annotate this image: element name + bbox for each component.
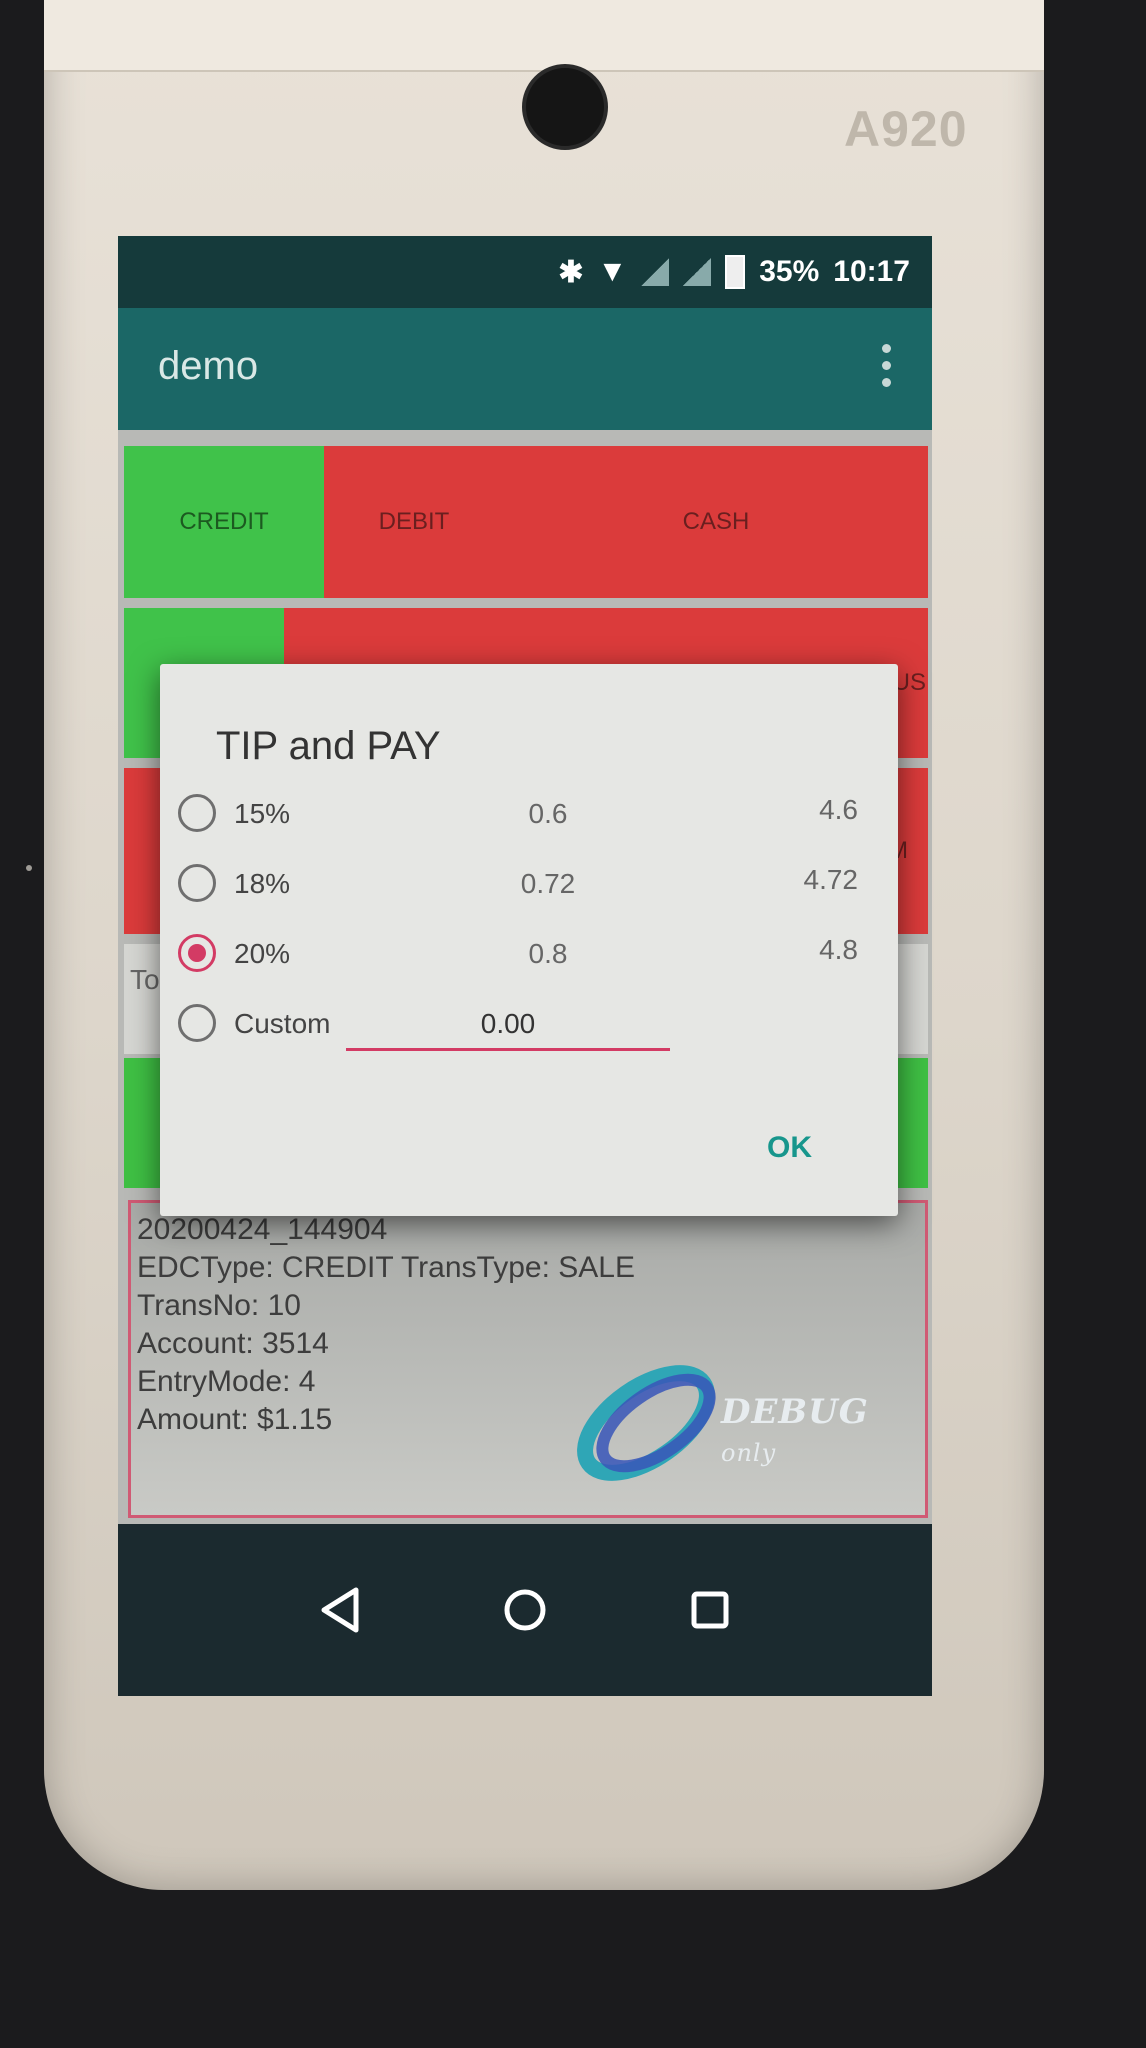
- log-line: EDCType: CREDIT TransType: SALE: [137, 1251, 635, 1284]
- option-label: 18%: [234, 868, 291, 899]
- log-line: 20200424_144904: [137, 1213, 388, 1246]
- home-icon[interactable]: [495, 1580, 555, 1640]
- total-amount: 4.6: [819, 794, 858, 825]
- total-amount: 4.8: [819, 934, 858, 965]
- debug-watermark: DEBUG only: [721, 1392, 869, 1467]
- wifi-icon: ▼: [597, 255, 628, 288]
- device-top-bezel: [44, 0, 1044, 72]
- option-label: 15%: [234, 798, 291, 829]
- overflow-menu-icon[interactable]: [880, 344, 892, 394]
- tip-amount: 0.8: [528, 938, 568, 969]
- battery-icon: [725, 255, 746, 289]
- battery-percent: 35%: [759, 255, 820, 288]
- status-bar: ✱ ▼ 35% 10:17: [118, 236, 932, 308]
- log-line: Account: 3514: [137, 1327, 329, 1360]
- option-label: 20%: [234, 938, 291, 969]
- tip-option-20[interactable]: 20% 0.8 4.8: [178, 924, 878, 984]
- recents-icon[interactable]: [680, 1580, 740, 1640]
- radio-button-selected[interactable]: [178, 934, 216, 972]
- signal-icon-2: [683, 258, 712, 286]
- option-label: Custom: [234, 1008, 331, 1039]
- radio-button[interactable]: [178, 794, 216, 832]
- tip-dialog: TIP and PAY 15% 0.6 4.6 18% 0.72 4.72 20…: [160, 664, 898, 1216]
- debit-button[interactable]: DEBIT: [324, 446, 504, 598]
- app-bar: demo: [118, 308, 932, 430]
- back-icon[interactable]: [310, 1580, 370, 1640]
- ok-button[interactable]: OK: [761, 1130, 818, 1166]
- tip-amount: 0.72: [520, 868, 576, 899]
- tip-option-15[interactable]: 15% 0.6 4.6: [178, 784, 878, 844]
- tip-amount: 0.6: [528, 798, 568, 829]
- dialog-title: TIP and PAY: [216, 724, 441, 768]
- clock: 10:17: [833, 255, 910, 288]
- tip-option-18[interactable]: 18% 0.72 4.72: [178, 854, 878, 914]
- nav-bar: [118, 1524, 932, 1696]
- radio-button[interactable]: [178, 1004, 216, 1042]
- camera-icon: [522, 64, 608, 150]
- log-line: TransNo: 10: [137, 1289, 301, 1322]
- payment-type-row: CREDIT DEBIT CASH: [124, 446, 928, 598]
- radio-button[interactable]: [178, 864, 216, 902]
- app-title: demo: [158, 344, 259, 388]
- model-label: A920: [844, 101, 968, 157]
- custom-tip-input[interactable]: [346, 1000, 670, 1051]
- signal-icon: [641, 258, 670, 286]
- transaction-log: 20200424_144904 EDCType: CREDIT TransTyp…: [128, 1200, 928, 1518]
- tip-option-custom[interactable]: Custom: [178, 994, 878, 1054]
- cash-button[interactable]: CASH: [504, 446, 928, 598]
- bluetooth-icon: ✱: [558, 255, 584, 289]
- debug-logo-icon: [577, 1365, 716, 1481]
- side-sensor: [26, 865, 32, 871]
- credit-button[interactable]: CREDIT: [124, 446, 324, 598]
- total-amount: 4.72: [803, 864, 859, 895]
